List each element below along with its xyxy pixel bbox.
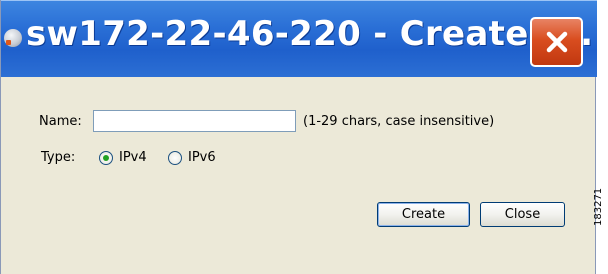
create-dialog-window: sw172-22-46-220 - Create I... Name: (1-2… (0, 0, 597, 274)
radio-ipv6-label[interactable]: IPv6 (188, 150, 216, 165)
close-button[interactable]: Close (480, 202, 565, 227)
radio-selected-dot (103, 155, 109, 161)
app-globe-icon (4, 29, 22, 47)
name-input[interactable] (93, 110, 296, 132)
window-title: sw172-22-46-220 - Create I... (26, 14, 594, 54)
figure-id: 183271 (593, 187, 604, 226)
name-hint: (1-29 chars, case insensitive) (303, 114, 495, 129)
name-label: Name: (39, 114, 82, 129)
create-button[interactable]: Create (377, 202, 470, 227)
radio-ipv4[interactable] (99, 151, 113, 165)
close-x-icon[interactable] (530, 17, 583, 67)
dialog-content: Name: (1-29 chars, case insensitive) Typ… (1, 77, 595, 274)
title-bar[interactable]: sw172-22-46-220 - Create I... (1, 0, 597, 77)
radio-ipv4-label[interactable]: IPv4 (119, 150, 147, 165)
radio-ipv6[interactable] (168, 151, 182, 165)
type-label: Type: (41, 150, 76, 165)
